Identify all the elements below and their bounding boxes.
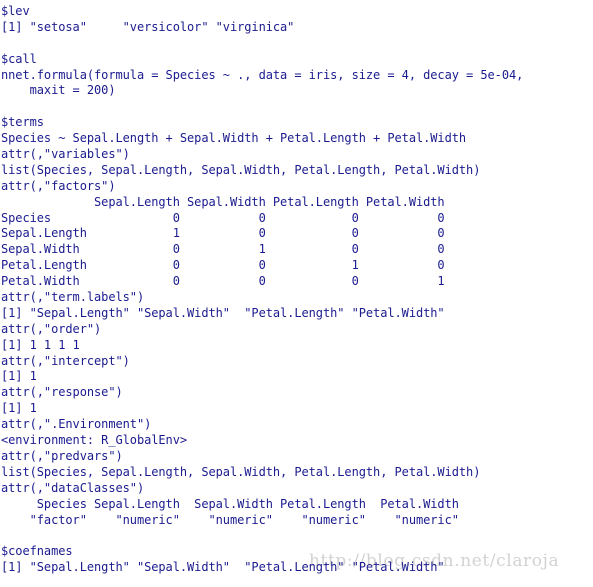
console-line: $call <box>1 51 37 66</box>
console-line: Sepal.Length Sepal.Width Petal.Length Pe… <box>1 194 445 209</box>
console-line: [1] "Sepal.Length" "Sepal.Width" "Petal.… <box>1 305 452 320</box>
console-line: Sepal.Length 1 0 0 0 <box>1 226 445 241</box>
console-line: $terms <box>1 115 44 130</box>
console-line: [1] 1 1 1 1 <box>1 337 80 352</box>
console-line: Species ~ Sepal.Length + Sepal.Width + P… <box>1 131 467 146</box>
console-line: $coefnames <box>1 544 73 559</box>
console-line: attr(,"order") <box>1 321 102 336</box>
console-line: Species Sepal.Length Sepal.Width Petal.L… <box>1 496 467 511</box>
console-line: nnet.formula(formula = Species ~ ., data… <box>1 67 531 82</box>
console-line: Sepal.Width 0 1 0 0 <box>1 242 445 257</box>
console-line: attr(,"variables") <box>1 147 130 162</box>
console-line: attr(,"dataClasses") <box>1 480 145 495</box>
console-line: Petal.Length 0 0 1 0 <box>1 258 445 273</box>
console-line: attr(,"intercept") <box>1 353 130 368</box>
console-line: attr(,"factors") <box>1 178 116 193</box>
console-line: Petal.Width 0 0 0 1 <box>1 274 445 289</box>
console-line: attr(,"response") <box>1 385 123 400</box>
console-line: attr(,"term.labels") <box>1 290 145 305</box>
console-line: maxit = 200) <box>1 83 116 98</box>
console-line: [1] "setosa" "versicolor" "virginica" <box>1 19 302 34</box>
console-line: attr(,"predvars") <box>1 448 123 463</box>
console-line: Species 0 0 0 0 <box>1 210 445 225</box>
console-line: list(Species, Sepal.Length, Sepal.Width,… <box>1 162 481 177</box>
console-line: <environment: R_GlobalEnv> <box>1 433 188 448</box>
r-console-output[interactable]: $lev [1] "setosa" "versicolor" "virginica… <box>0 0 593 587</box>
console-line: [1] 1 <box>1 369 37 384</box>
console-line: [1] "Sepal.Length" "Sepal.Width" "Petal.… <box>1 560 452 575</box>
console-line: "factor" "numeric" "numeric" "numeric" "… <box>1 512 467 527</box>
console-line: list(Species, Sepal.Length, Sepal.Width,… <box>1 464 481 479</box>
console-line: $lev <box>1 4 30 18</box>
console-line: [1] 1 <box>1 401 37 416</box>
console-line: attr(,".Environment") <box>1 417 152 432</box>
